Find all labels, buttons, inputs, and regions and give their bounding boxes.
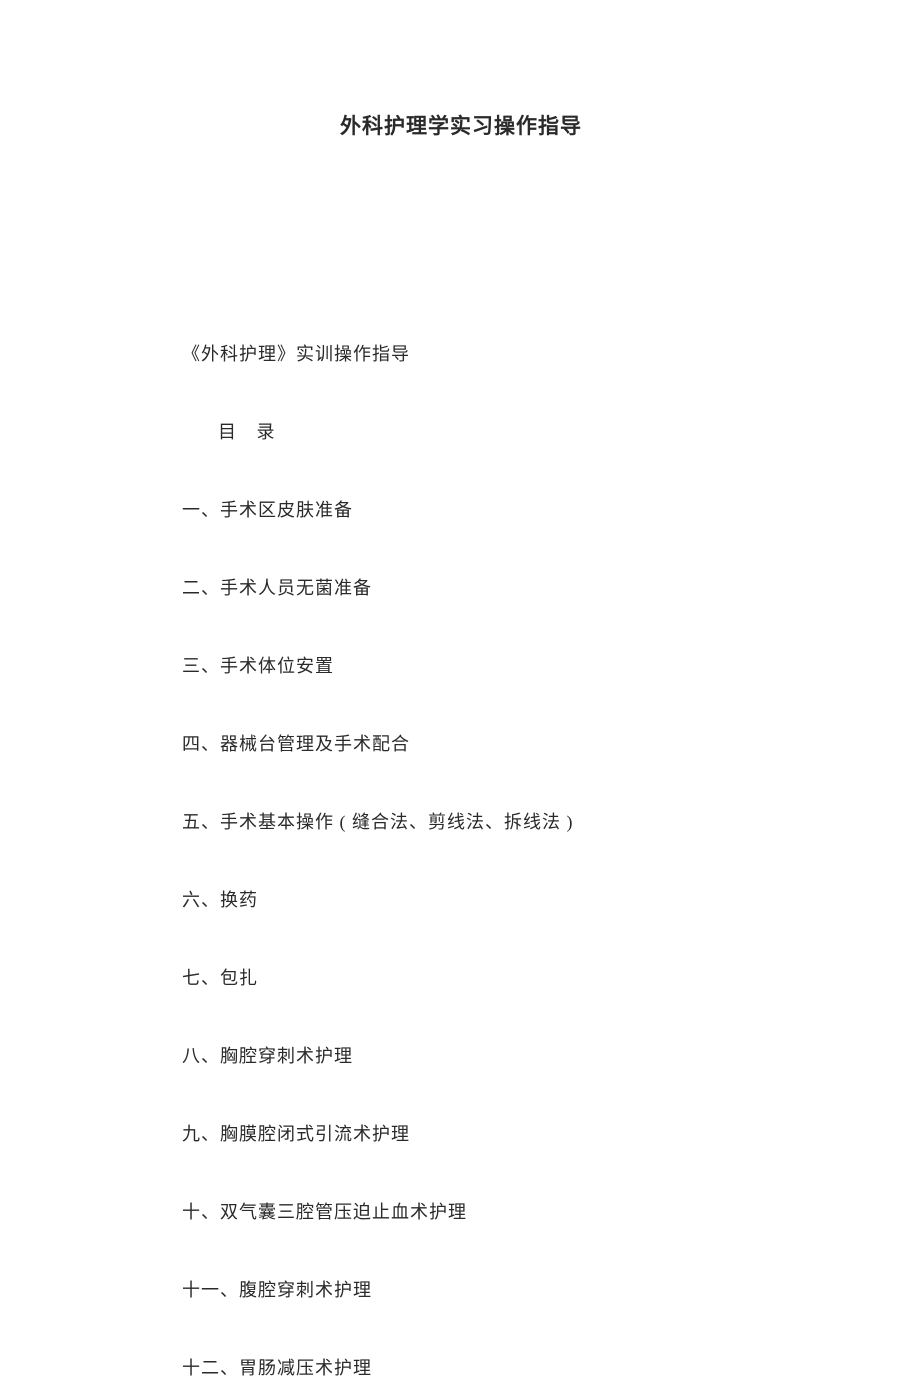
toc-item: 三、手术体位安置 (182, 652, 820, 678)
toc-item: 八、胸腔穿刺术护理 (182, 1042, 820, 1068)
toc-heading: 目 录 (218, 418, 820, 444)
toc-item: 十一、腹腔穿刺术护理 (182, 1276, 820, 1302)
toc-item: 十、双气囊三腔管压迫止血术护理 (182, 1198, 820, 1224)
toc-list: 一、手术区皮肤准备 二、手术人员无菌准备 三、手术体位安置 四、器械台管理及手术… (182, 496, 820, 1380)
toc-item: 九、胸膜腔闭式引流术护理 (182, 1120, 820, 1146)
document-page: 外科护理学实习操作指导 《外科护理》实训操作指导 目 录 一、手术区皮肤准备 二… (0, 0, 920, 1380)
document-subtitle: 《外科护理》实训操作指导 (182, 340, 820, 366)
document-title: 外科护理学实习操作指导 (102, 110, 820, 140)
toc-item: 四、器械台管理及手术配合 (182, 730, 820, 756)
toc-item: 二、手术人员无菌准备 (182, 574, 820, 600)
toc-item: 一、手术区皮肤准备 (182, 496, 820, 522)
toc-item: 六、换药 (182, 886, 820, 912)
toc-item: 五、手术基本操作 ( 缝合法、剪线法、拆线法 ) (182, 808, 820, 834)
toc-item: 十二、胃肠减压术护理 (182, 1354, 820, 1380)
toc-item: 七、包扎 (182, 964, 820, 990)
